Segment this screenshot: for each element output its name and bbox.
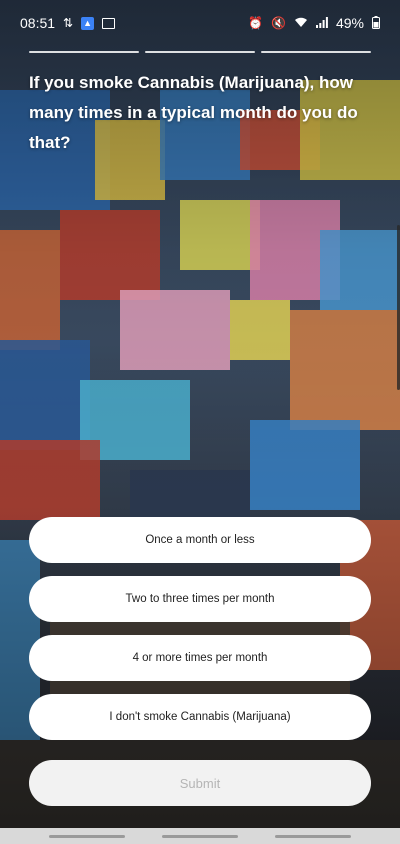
gallery-icon: [102, 17, 116, 29]
progress-segment: [261, 51, 371, 53]
nav-recent-apps[interactable]: [48, 834, 125, 838]
status-left: 08:51 ⇅ ▲: [20, 15, 116, 31]
status-time: 08:51: [20, 15, 56, 31]
alarm-icon: ⏰: [248, 16, 264, 30]
wifi-icon: [294, 17, 308, 30]
answer-options: Once a month or less Two to three times …: [29, 517, 371, 740]
status-bar: 08:51 ⇅ ▲ ⏰ 🔇 49%: [0, 0, 400, 46]
mute-icon: 🔇: [271, 16, 286, 30]
signal-icon: [315, 16, 328, 30]
navigation-bar: [0, 828, 400, 844]
answer-option[interactable]: 4 or more times per month: [29, 635, 371, 681]
battery-percent: 49%: [335, 15, 364, 31]
question-text: If you smoke Cannabis (Marijuana), how m…: [29, 73, 358, 152]
nav-home[interactable]: [161, 834, 238, 838]
app-notification-icon: ▲: [81, 16, 95, 30]
progress-segment: [145, 51, 255, 53]
answer-option[interactable]: Once a month or less: [29, 517, 371, 563]
answer-option[interactable]: I don't smoke Cannabis (Marijuana): [29, 694, 371, 740]
submit-button[interactable]: Submit: [29, 760, 371, 806]
progress-segment: [29, 51, 139, 53]
answer-option[interactable]: Two to three times per month: [29, 576, 371, 622]
progress-indicator: [29, 51, 371, 54]
nav-back[interactable]: [275, 834, 352, 838]
status-right: ⏰ 🔇 49%: [248, 15, 380, 31]
battery-icon: [372, 15, 380, 31]
data-transfer-icon: ⇅: [63, 16, 74, 30]
